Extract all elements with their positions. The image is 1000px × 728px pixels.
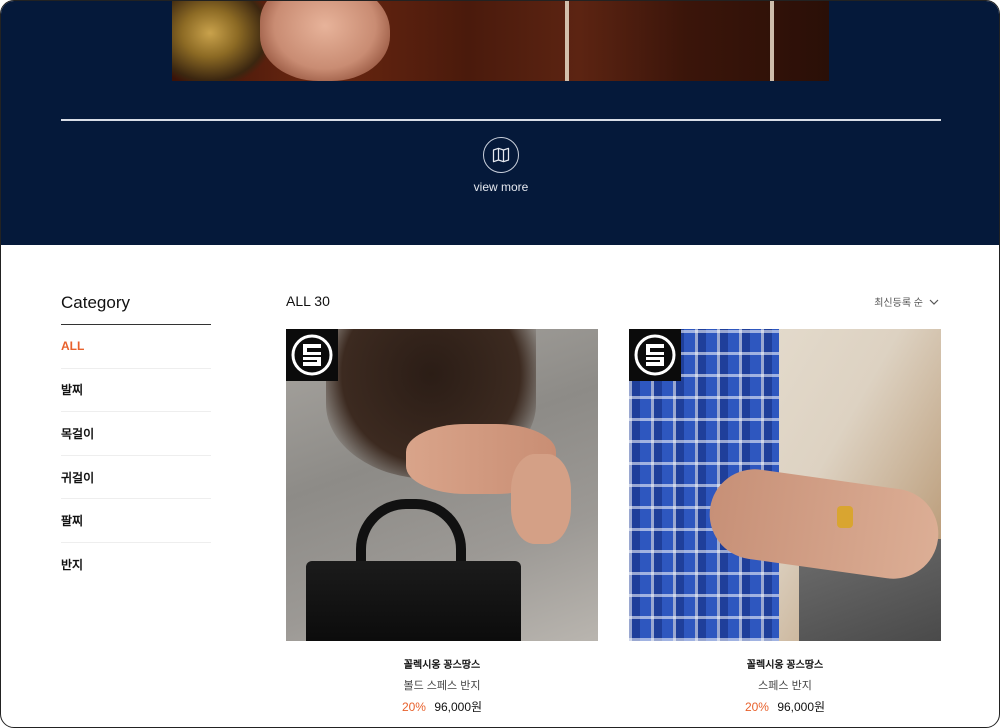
- sort-label: 최신등록 순: [874, 298, 923, 309]
- product-image[interactable]: [629, 329, 941, 641]
- category-item-necklace[interactable]: 목걸이: [61, 412, 211, 456]
- category-list: ALL 발찌 목걸이 귀걸이 팔찌 반지: [61, 325, 211, 587]
- brand-logo-icon: [291, 334, 333, 376]
- door-trim: [565, 1, 569, 81]
- category-item-earring[interactable]: 귀걸이: [61, 456, 211, 500]
- brand-logo-badge: [286, 329, 338, 381]
- sort-dropdown[interactable]: 최신등록 순: [874, 294, 939, 309]
- door-trim: [770, 1, 774, 81]
- page-frame: view more Category ALL 발찌 목걸이 귀걸이 팔찌 반지 …: [0, 0, 1000, 728]
- product-brand[interactable]: 꼴렉시옹 꽁스땅스: [286, 656, 598, 671]
- product-name[interactable]: 볼드 스페스 반지: [286, 677, 598, 693]
- product-discount: 20%: [401, 700, 426, 714]
- hero-section: view more: [1, 1, 999, 245]
- product-price: 96,000원: [777, 700, 826, 714]
- product-price: 96,000원: [434, 700, 483, 714]
- hand-detail: [260, 1, 390, 81]
- hero-divider: [61, 119, 941, 121]
- chevron-down-icon: [929, 299, 939, 305]
- product-brand[interactable]: 꼴렉시옹 꽁스땅스: [629, 656, 941, 671]
- map-button[interactable]: [483, 137, 519, 173]
- view-more-link[interactable]: view more: [441, 180, 561, 194]
- product-name[interactable]: 스페스 반지: [629, 677, 941, 693]
- product-price-row: 20% 96,000원: [629, 698, 941, 715]
- brand-logo-icon: [634, 334, 676, 376]
- category-item-all[interactable]: ALL: [61, 325, 211, 369]
- category-item-anklet[interactable]: 발찌: [61, 369, 211, 413]
- category-item-ring[interactable]: 반지: [61, 543, 211, 587]
- map-icon: [492, 147, 510, 163]
- category-item-bracelet[interactable]: 팔찌: [61, 499, 211, 543]
- category-title: Category: [61, 293, 130, 312]
- hero-photo: [172, 1, 829, 81]
- product-card[interactable]: 꼴렉시옹 꽁스땅스 볼드 스페스 반지 20% 96,000원: [286, 329, 598, 715]
- product-price-row: 20% 96,000원: [286, 698, 598, 715]
- brand-logo-badge: [629, 329, 681, 381]
- product-count: ALL 30: [286, 293, 330, 309]
- product-discount: 20%: [744, 700, 769, 714]
- product-card[interactable]: 꼴렉시옹 꽁스땅스 스페스 반지 20% 96,000원: [629, 329, 941, 715]
- product-image[interactable]: [286, 329, 598, 641]
- door-handle-detail: [172, 1, 267, 81]
